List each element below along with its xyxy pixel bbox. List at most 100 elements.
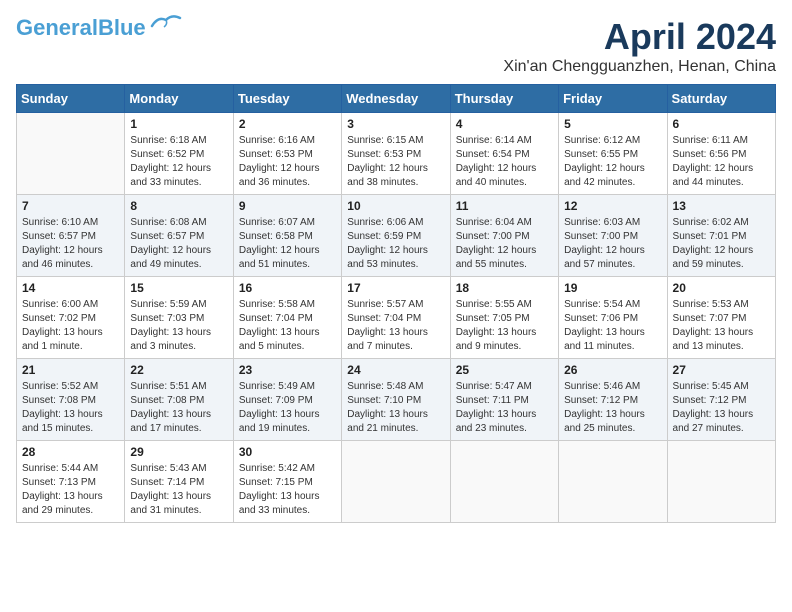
- day-number: 20: [673, 281, 770, 295]
- day-number: 17: [347, 281, 444, 295]
- calendar-table: SundayMondayTuesdayWednesdayThursdayFrid…: [16, 84, 776, 523]
- calendar-cell: 15 Sunrise: 5:59 AMSunset: 7:03 PMDayligh…: [125, 277, 233, 359]
- month-title: April 2024: [503, 16, 776, 58]
- day-number: 11: [456, 199, 553, 213]
- day-detail: Sunrise: 6:16 AMSunset: 6:53 PMDaylight:…: [239, 134, 336, 190]
- day-number: 21: [22, 363, 119, 377]
- day-number: 22: [130, 363, 227, 377]
- calendar-cell: 26 Sunrise: 5:46 AMSunset: 7:12 PMDayligh…: [559, 359, 667, 441]
- calendar-cell: 23Sunrise: 5:49 AMSunset: 7:09 PMDayligh…: [233, 359, 341, 441]
- calendar-week-row: 28 Sunrise: 5:44 AMSunset: 7:13 PMDayligh…: [17, 441, 776, 523]
- day-number: 5: [564, 117, 661, 131]
- calendar-cell: 22Sunrise: 5:51 AMSunset: 7:08 PMDayligh…: [125, 359, 233, 441]
- day-detail: Sunrise: 5:47 AMSunset: 7:11 PMDaylight:…: [456, 380, 553, 436]
- weekday-header-saturday: Saturday: [667, 85, 775, 113]
- calendar-cell: 28 Sunrise: 5:44 AMSunset: 7:13 PMDayligh…: [17, 441, 125, 523]
- calendar-cell: 1 Sunrise: 6:18 AMSunset: 6:52 PMDaylight…: [125, 113, 233, 195]
- calendar-week-row: 7 Sunrise: 6:10 AMSunset: 6:57 PMDaylight…: [17, 195, 776, 277]
- day-number: 12: [564, 199, 661, 213]
- calendar-cell: 13 Sunrise: 6:02 AMSunset: 7:01 PMDayligh…: [667, 195, 775, 277]
- day-number: 7: [22, 199, 119, 213]
- weekday-header-monday: Monday: [125, 85, 233, 113]
- day-detail: Sunrise: 6:15 AMSunset: 6:53 PMDaylight:…: [347, 134, 444, 190]
- title-block: April 2024 Xin'an Chengguanzhen, Henan, …: [503, 16, 776, 76]
- calendar-cell: 20 Sunrise: 5:53 AMSunset: 7:07 PMDayligh…: [667, 277, 775, 359]
- calendar-cell: [17, 113, 125, 195]
- day-number: 9: [239, 199, 336, 213]
- calendar-cell: [342, 441, 450, 523]
- day-number: 13: [673, 199, 770, 213]
- day-number: 29: [130, 445, 227, 459]
- day-number: 1: [130, 117, 227, 131]
- calendar-cell: 12 Sunrise: 6:03 AMSunset: 7:00 PMDayligh…: [559, 195, 667, 277]
- weekday-header-thursday: Thursday: [450, 85, 558, 113]
- calendar-cell: 2 Sunrise: 6:16 AMSunset: 6:53 PMDaylight…: [233, 113, 341, 195]
- weekday-header-tuesday: Tuesday: [233, 85, 341, 113]
- day-detail: Sunrise: 6:10 AMSunset: 6:57 PMDaylight:…: [22, 216, 119, 272]
- day-number: 19: [564, 281, 661, 295]
- calendar-week-row: 1 Sunrise: 6:18 AMSunset: 6:52 PMDaylight…: [17, 113, 776, 195]
- day-detail: Sunrise: 6:07 AMSunset: 6:58 PMDaylight:…: [239, 216, 336, 272]
- day-number: 8: [130, 199, 227, 213]
- calendar-cell: 6Sunrise: 6:11 AMSunset: 6:56 PMDaylight…: [667, 113, 775, 195]
- weekday-header-wednesday: Wednesday: [342, 85, 450, 113]
- weekday-header-friday: Friday: [559, 85, 667, 113]
- calendar-cell: 29 Sunrise: 5:43 AMSunset: 7:14 PMDayligh…: [125, 441, 233, 523]
- day-detail: Sunrise: 5:43 AMSunset: 7:14 PMDaylight:…: [130, 462, 227, 518]
- day-number: 2: [239, 117, 336, 131]
- day-number: 4: [456, 117, 553, 131]
- day-detail: Sunrise: 5:46 AMSunset: 7:12 PMDaylight:…: [564, 380, 661, 436]
- calendar-cell: 24Sunrise: 5:48 AMSunset: 7:10 PMDayligh…: [342, 359, 450, 441]
- calendar-header-row: SundayMondayTuesdayWednesdayThursdayFrid…: [17, 85, 776, 113]
- day-detail: Sunrise: 5:45 AMSunset: 7:12 PMDaylight:…: [673, 380, 770, 436]
- day-number: 24: [347, 363, 444, 377]
- calendar-cell: 25Sunrise: 5:47 AMSunset: 7:11 PMDayligh…: [450, 359, 558, 441]
- day-number: 15: [130, 281, 227, 295]
- logo-text: GeneralBlue: [16, 16, 146, 40]
- day-number: 26: [564, 363, 661, 377]
- day-detail: Sunrise: 5:57 AMSunset: 7:04 PMDaylight:…: [347, 298, 444, 354]
- calendar-cell: 5Sunrise: 6:12 AMSunset: 6:55 PMDaylight…: [559, 113, 667, 195]
- logo-bird-icon: [150, 12, 182, 34]
- day-detail: Sunrise: 6:18 AMSunset: 6:52 PMDaylight:…: [130, 134, 227, 190]
- calendar-cell: 3 Sunrise: 6:15 AMSunset: 6:53 PMDaylight…: [342, 113, 450, 195]
- calendar-week-row: 21Sunrise: 5:52 AMSunset: 7:08 PMDayligh…: [17, 359, 776, 441]
- day-detail: Sunrise: 5:53 AMSunset: 7:07 PMDaylight:…: [673, 298, 770, 354]
- day-detail: Sunrise: 5:44 AMSunset: 7:13 PMDaylight:…: [22, 462, 119, 518]
- calendar-cell: 7 Sunrise: 6:10 AMSunset: 6:57 PMDaylight…: [17, 195, 125, 277]
- day-detail: Sunrise: 6:08 AMSunset: 6:57 PMDaylight:…: [130, 216, 227, 272]
- day-detail: Sunrise: 6:02 AMSunset: 7:01 PMDaylight:…: [673, 216, 770, 272]
- day-detail: Sunrise: 6:11 AMSunset: 6:56 PMDaylight:…: [673, 134, 770, 190]
- logo-blue: Blue: [98, 15, 146, 40]
- weekday-header-sunday: Sunday: [17, 85, 125, 113]
- day-number: 30: [239, 445, 336, 459]
- logo: GeneralBlue: [16, 16, 182, 40]
- calendar-cell: 21Sunrise: 5:52 AMSunset: 7:08 PMDayligh…: [17, 359, 125, 441]
- day-detail: Sunrise: 6:06 AMSunset: 6:59 PMDaylight:…: [347, 216, 444, 272]
- calendar-cell: [559, 441, 667, 523]
- calendar-cell: 9 Sunrise: 6:07 AMSunset: 6:58 PMDaylight…: [233, 195, 341, 277]
- calendar-cell: 17 Sunrise: 5:57 AMSunset: 7:04 PMDayligh…: [342, 277, 450, 359]
- calendar-cell: 18 Sunrise: 5:55 AMSunset: 7:05 PMDayligh…: [450, 277, 558, 359]
- calendar-cell: 16 Sunrise: 5:58 AMSunset: 7:04 PMDayligh…: [233, 277, 341, 359]
- day-detail: Sunrise: 6:03 AMSunset: 7:00 PMDaylight:…: [564, 216, 661, 272]
- page-header: GeneralBlue April 2024 Xin'an Chengguanz…: [16, 16, 776, 76]
- day-number: 16: [239, 281, 336, 295]
- day-number: 3: [347, 117, 444, 131]
- day-number: 18: [456, 281, 553, 295]
- day-detail: Sunrise: 5:42 AMSunset: 7:15 PMDaylight:…: [239, 462, 336, 518]
- calendar-cell: 19 Sunrise: 5:54 AMSunset: 7:06 PMDayligh…: [559, 277, 667, 359]
- day-detail: Sunrise: 5:58 AMSunset: 7:04 PMDaylight:…: [239, 298, 336, 354]
- day-number: 28: [22, 445, 119, 459]
- calendar-cell: 30 Sunrise: 5:42 AMSunset: 7:15 PMDayligh…: [233, 441, 341, 523]
- day-detail: Sunrise: 6:14 AMSunset: 6:54 PMDaylight:…: [456, 134, 553, 190]
- day-detail: Sunrise: 5:55 AMSunset: 7:05 PMDaylight:…: [456, 298, 553, 354]
- calendar-cell: 10 Sunrise: 6:06 AMSunset: 6:59 PMDayligh…: [342, 195, 450, 277]
- day-detail: Sunrise: 5:54 AMSunset: 7:06 PMDaylight:…: [564, 298, 661, 354]
- day-detail: Sunrise: 5:59 AMSunset: 7:03 PMDaylight:…: [130, 298, 227, 354]
- day-number: 14: [22, 281, 119, 295]
- day-number: 10: [347, 199, 444, 213]
- calendar-cell: 14Sunrise: 6:00 AMSunset: 7:02 PMDayligh…: [17, 277, 125, 359]
- day-number: 27: [673, 363, 770, 377]
- day-number: 23: [239, 363, 336, 377]
